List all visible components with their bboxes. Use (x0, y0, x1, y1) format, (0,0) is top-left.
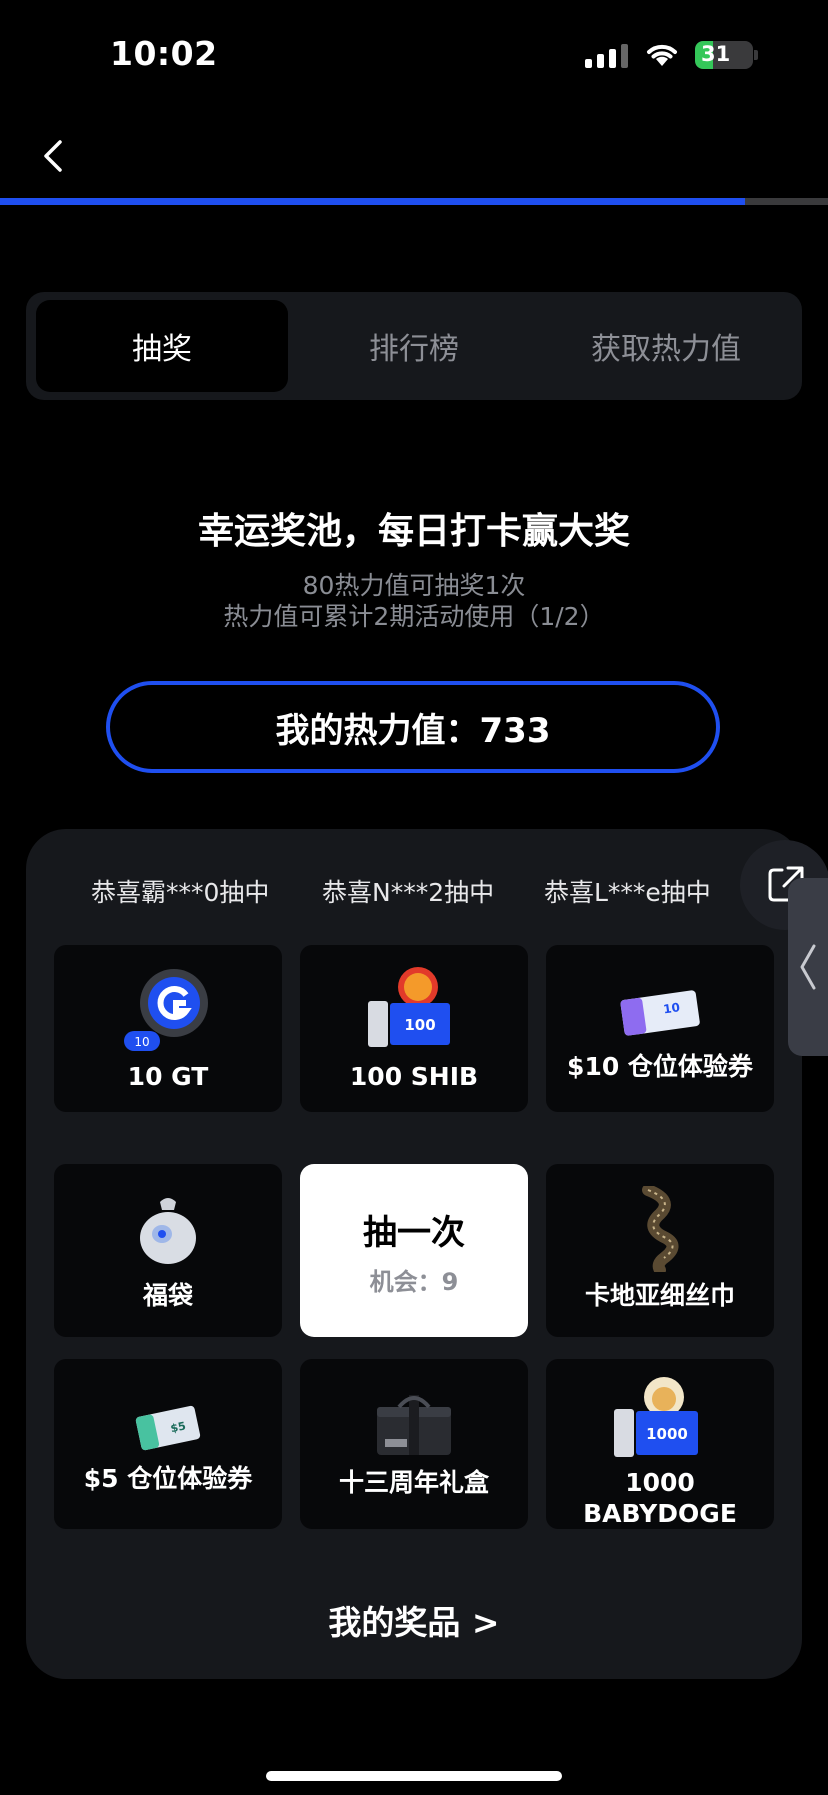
tab-leaderboard[interactable]: 排行榜 (288, 300, 540, 392)
battery-tip (754, 50, 758, 60)
wifi-icon (647, 44, 677, 66)
prize-tile: $5 $5 仓位体验券 (54, 1359, 282, 1529)
prize-label: $5 仓位体验券 (83, 1464, 253, 1493)
draw-once-label: 抽一次 (363, 1212, 465, 1253)
side-drawer-handle[interactable] (788, 878, 828, 1056)
prize-label: 100 SHIB (349, 1062, 479, 1091)
subtitle-accumulate: 热力值可累计2期活动使用（1/2） (223, 602, 605, 631)
status-time: 10:02 (110, 34, 218, 73)
draw-once-button[interactable]: 抽一次 机会：9 (300, 1164, 528, 1337)
cellular-signal-icon (585, 44, 629, 68)
prize-tile: 福袋 (54, 1164, 282, 1337)
my-prizes-link[interactable]: 我的奖品 > (0, 1596, 828, 1644)
tab-bar: 抽奖 排行榜 获取热力值 (26, 292, 802, 400)
prize-tile: 10 10 GT (54, 945, 282, 1112)
back-chevron-icon[interactable] (40, 138, 68, 174)
usdt-voucher-icon: 10 (620, 990, 700, 1036)
prize-label: 福袋 (142, 1281, 193, 1310)
gt-badge-text: 10 (134, 1035, 149, 1049)
chevron-left-icon (800, 944, 816, 990)
shib-badge-text: 100 (404, 1016, 435, 1034)
gift-box-icon (377, 1395, 451, 1455)
prize-label: 卡地亚细丝巾 (584, 1281, 735, 1310)
voucher-badge-text: 10 (662, 1000, 680, 1016)
prize-tile: 100 100 SHIB (300, 945, 528, 1112)
page-progress-fill (0, 198, 746, 205)
tab-get-heat[interactable]: 获取热力值 (540, 300, 792, 392)
prize-tile: 1000 1000 BABYDOGE (546, 1359, 774, 1529)
my-heat-value: 我的热力值：733 (106, 681, 720, 773)
prize-tile: 卡地亚细丝巾 (546, 1164, 774, 1337)
silk-scarf-icon (642, 1186, 679, 1272)
babydoge-badge-text: 1000 (646, 1425, 688, 1443)
battery-icon: 31 (695, 41, 753, 69)
usdt-voucher-icon: $5 (135, 1405, 201, 1451)
page-progress-bar (0, 198, 828, 205)
babydoge-coupon-icon: 1000 (614, 1377, 698, 1457)
home-indicator (266, 1771, 562, 1781)
winner-ticker-item: 恭喜L***e抽中 (544, 878, 711, 907)
gt-token-icon: 10 (124, 969, 208, 1051)
page-title: 幸运奖池，每日打卡赢大奖 (197, 511, 630, 552)
winner-ticker-item: 恭喜N***2抽中 (322, 878, 495, 907)
prize-label: 十三周年礼盒 (338, 1468, 489, 1497)
prize-pool-card: 恭喜霸***0抽中 恭喜N***2抽中 恭喜L***e抽中 10 10 GT 1… (26, 829, 802, 1679)
prize-label: 10 GT (127, 1062, 209, 1091)
prize-tile: 10 $10 仓位体验券 (546, 945, 774, 1112)
prize-label: 1000 BABYDOGE (583, 1468, 737, 1528)
prize-tile: 十三周年礼盒 (300, 1359, 528, 1529)
shib-coupon-icon: 100 (368, 967, 450, 1047)
lucky-bag-icon (140, 1198, 196, 1264)
draw-chances: 机会：9 (369, 1267, 459, 1296)
battery-percent: 31 (701, 42, 731, 66)
prize-label: $10 仓位体验券 (567, 1052, 753, 1081)
winner-ticker-item: 恭喜霸***0抽中 (91, 878, 270, 907)
tab-lottery[interactable]: 抽奖 (36, 300, 288, 392)
